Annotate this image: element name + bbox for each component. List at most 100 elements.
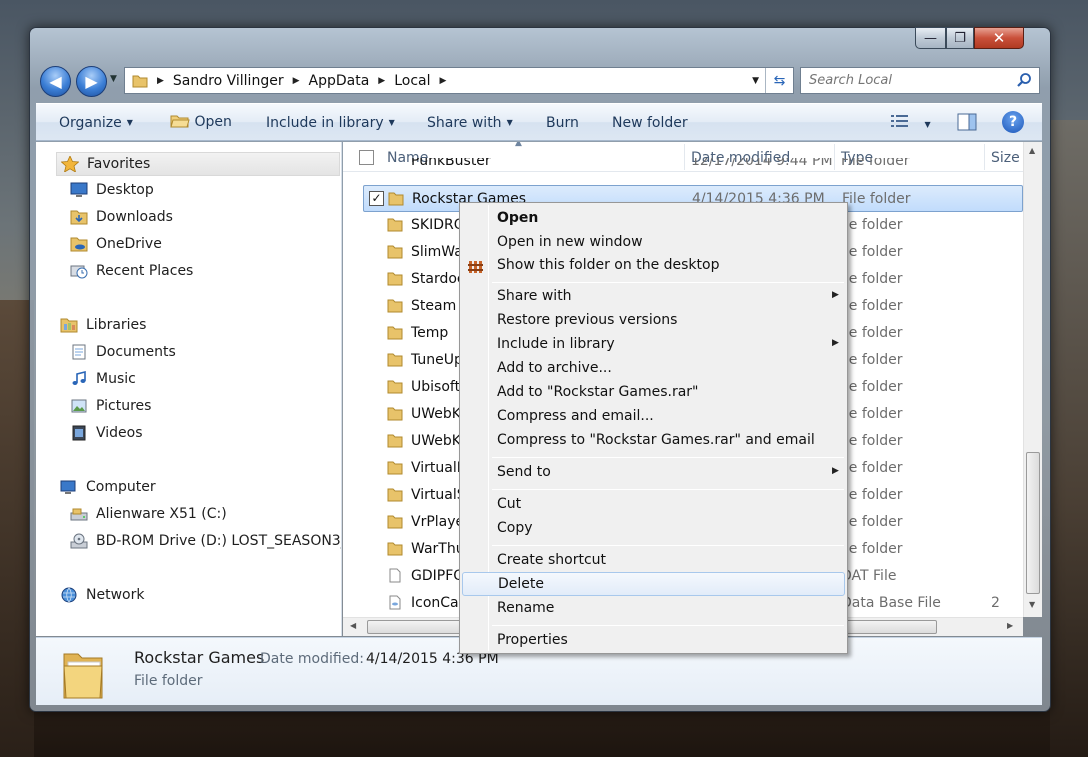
folder-icon [387, 515, 403, 529]
sidebar-item-documents[interactable]: Documents [70, 344, 176, 360]
menu-item-add-to-archive[interactable]: Add to archive... [462, 357, 845, 381]
documents-icon [72, 344, 86, 360]
sidebar-item-downloads[interactable]: Downloads [70, 209, 173, 225]
sidebar-item-favorites[interactable]: Favorites [56, 152, 340, 176]
file-type: ile folder [841, 271, 903, 287]
sidebar-item-drive-c[interactable]: Alienware X51 (C:) [70, 506, 227, 522]
submenu-arrow-icon: ▶ [832, 466, 839, 476]
view-options-button[interactable]: ▼ [890, 113, 931, 133]
sidebar-item-libraries[interactable]: Libraries [60, 317, 146, 333]
sidebar-item-computer[interactable]: Computer [60, 479, 156, 495]
open-button[interactable]: Open [170, 113, 232, 130]
sidebar-item-network[interactable]: Network [60, 587, 144, 603]
search-icon[interactable] [1016, 72, 1032, 88]
include-in-library-button[interactable]: Include in library ▼ [266, 115, 395, 131]
recent-places-icon [70, 265, 88, 279]
network-icon [61, 587, 77, 603]
organize-button[interactable]: Organize ▼ [59, 115, 133, 131]
chevron-right-icon[interactable]: ▶ [157, 76, 164, 86]
menu-item-show-on-desktop[interactable]: Show this folder on the desktop [462, 254, 845, 278]
search-input[interactable] [809, 73, 1009, 88]
share-with-button[interactable]: Share with ▼ [427, 115, 513, 131]
sidebar-item-videos[interactable]: Videos [70, 425, 143, 441]
refresh-icon[interactable]: ⇆ [765, 68, 793, 93]
chevron-right-icon[interactable]: ▶ [378, 76, 385, 86]
scrollbar-thumb[interactable] [1026, 452, 1040, 594]
back-button[interactable]: ◀ [40, 66, 71, 97]
menu-item-restore-previous-versions[interactable]: Restore previous versions [462, 309, 845, 333]
file-name: TuneUp [411, 352, 463, 368]
close-button[interactable]: ✕ [974, 27, 1024, 49]
sidebar-item-music[interactable]: Music [70, 371, 136, 387]
file-type: File folder [841, 158, 910, 169]
file-type: ile folder [841, 325, 903, 341]
help-button[interactable]: ? [1002, 111, 1024, 133]
command-bar: Organize ▼ Open Include in library ▼ Share… [36, 103, 1042, 141]
menu-item-label: Restore previous versions [497, 312, 678, 328]
recent-pages-dropdown[interactable]: ▼ [110, 74, 117, 84]
menu-item-open[interactable]: Open [462, 207, 845, 231]
menu-item-create-shortcut[interactable]: Create shortcut [462, 549, 845, 573]
sidebar-item-drive-d[interactable]: BD-ROM Drive (D:) LOST_SEASON3_D [70, 533, 341, 549]
maximize-button[interactable]: ❐ [946, 27, 974, 49]
menu-item-label: Include in library [497, 336, 615, 352]
scroll-right-icon[interactable]: ▶ [1007, 621, 1013, 630]
vertical-scrollbar[interactable]: ▲ ▼ [1023, 142, 1042, 617]
scroll-up-icon[interactable]: ▲ [1029, 146, 1035, 155]
address-bar[interactable]: ▶ Sandro Villinger ▶ AppData ▶ Local ▶ ▼… [124, 67, 794, 94]
downloads-folder-icon [70, 210, 88, 225]
file-name: Temp [411, 325, 449, 341]
breadcrumb-appdata[interactable]: AppData [309, 73, 370, 89]
sidebar-item-recent-places[interactable]: Recent Places [70, 263, 193, 279]
menu-item-rename[interactable]: Rename [462, 597, 845, 621]
menu-item-add-to-rar[interactable]: Add to "Rockstar Games.rar" [462, 381, 845, 405]
file-icon [389, 568, 401, 583]
menu-item-include-in-library[interactable]: Include in library ▶ [462, 333, 845, 357]
menu-item-delete[interactable]: Delete [462, 572, 845, 596]
large-folder-icon [63, 653, 103, 699]
onedrive-folder-icon [70, 237, 88, 252]
menu-item-properties[interactable]: Properties [462, 629, 845, 653]
scroll-left-icon[interactable]: ◀ [350, 621, 356, 630]
row-checkbox[interactable]: ✓ [369, 191, 384, 206]
menu-item-open-new-window[interactable]: Open in new window [462, 231, 845, 255]
sidebar-item-pictures[interactable]: Pictures [70, 398, 151, 414]
file-name: Ubisoft [411, 379, 461, 395]
menu-item-label: Show this folder on the desktop [497, 257, 720, 273]
forward-button[interactable]: ▶ [76, 66, 107, 97]
open-folder-icon [170, 115, 190, 128]
address-dropdown-icon[interactable]: ▼ [752, 76, 759, 86]
file-name: GDIPFO [411, 568, 465, 584]
details-file-name: Rockstar Games [134, 648, 265, 667]
chevron-right-icon[interactable]: ▶ [440, 76, 447, 86]
chevron-right-icon[interactable]: ▶ [293, 76, 300, 86]
search-box[interactable] [800, 67, 1040, 94]
submenu-arrow-icon: ▶ [832, 290, 839, 300]
sidebar-item-label: OneDrive [96, 236, 162, 252]
menu-item-compress-and-email[interactable]: Compress and email... [462, 405, 845, 429]
sidebar-item-desktop[interactable]: Desktop [70, 182, 154, 198]
file-name: VrPlaye [411, 514, 465, 530]
preview-pane-button[interactable] [957, 113, 977, 135]
menu-separator [492, 625, 844, 626]
table-row[interactable]: PunkBuster 12/17/2014 9:44 PM File folde… [363, 158, 1023, 172]
file-name: VirtualS [411, 487, 466, 503]
menu-item-copy[interactable]: Copy [462, 517, 845, 541]
file-type: ile folder [841, 541, 903, 557]
file-name: WarThu [411, 541, 465, 557]
minimize-button[interactable]: — [915, 27, 946, 49]
file-name: Stardoc [411, 271, 465, 287]
file-date: 12/17/2014 9:44 PM [691, 158, 833, 169]
breadcrumb-local[interactable]: Local [394, 73, 430, 89]
breadcrumb-user[interactable]: Sandro Villinger [173, 73, 284, 89]
folder-icon [387, 299, 403, 313]
menu-item-cut[interactable]: Cut [462, 493, 845, 517]
menu-item-share-with[interactable]: Share with ▶ [462, 285, 845, 309]
menu-item-send-to[interactable]: Send to ▶ [462, 461, 845, 485]
new-folder-button[interactable]: New folder [612, 115, 688, 131]
burn-button[interactable]: Burn [546, 115, 579, 131]
sidebar-item-onedrive[interactable]: OneDrive [70, 236, 162, 252]
menu-item-compress-to-rar-and-email[interactable]: Compress to "Rockstar Games.rar" and ema… [462, 429, 845, 453]
scroll-down-icon[interactable]: ▼ [1029, 600, 1035, 609]
libraries-icon [60, 318, 78, 333]
